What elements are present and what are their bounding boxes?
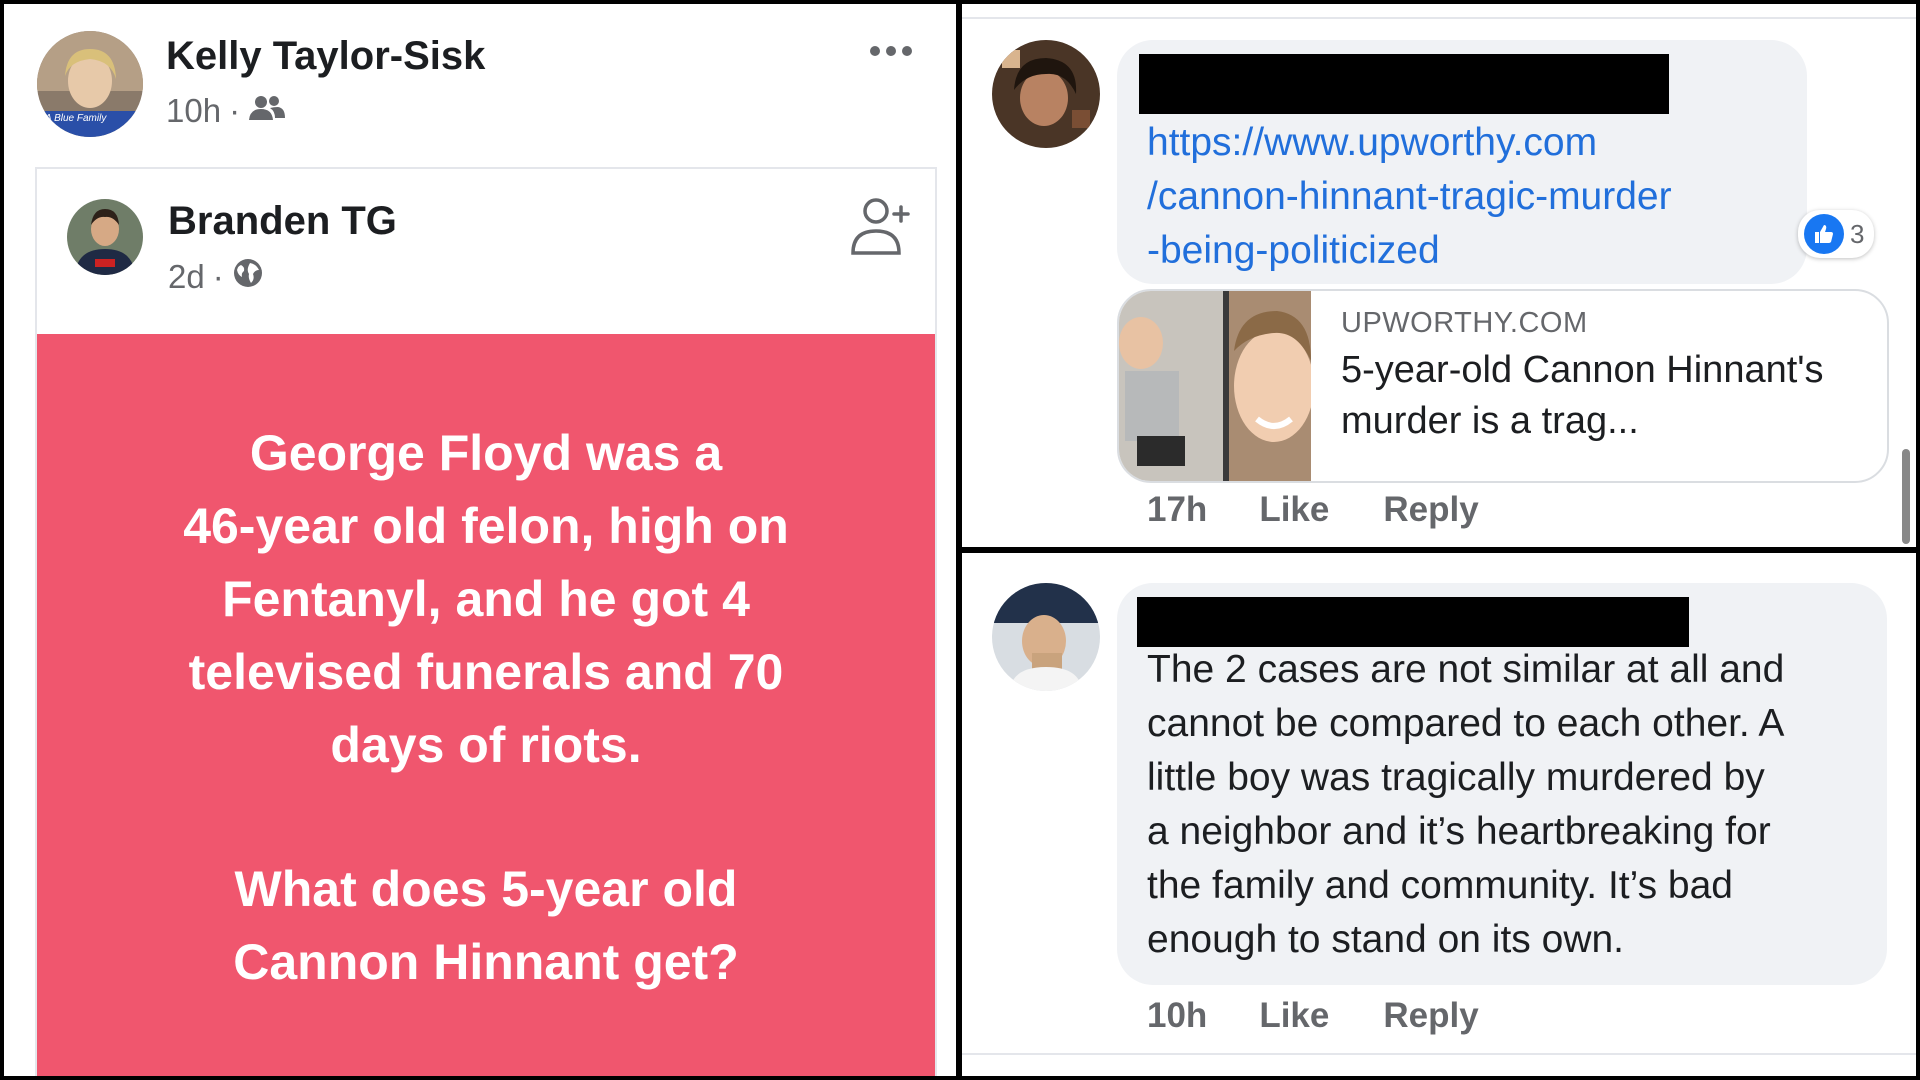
reply-button[interactable]: Reply	[1383, 490, 1478, 530]
post-meta: 10h ·	[166, 92, 286, 130]
shared-time[interactable]: 2d	[168, 258, 205, 296]
shared-author[interactable]: Branden TG	[168, 199, 397, 244]
friends-icon	[248, 92, 286, 130]
commenter-avatar[interactable]	[992, 583, 1100, 691]
redacted-name	[1137, 597, 1689, 647]
comment-text: The 2 cases are not similar at all and c…	[1147, 648, 1785, 961]
comment-bubble: https://www.upworthy.com /cannon-hinnant…	[1117, 40, 1807, 284]
comment-actions: 17h Like Reply	[1147, 490, 1533, 530]
comment-link[interactable]: https://www.upworthy.com /cannon-hinnant…	[1147, 116, 1672, 278]
shared-post: Branden TG 2d · George Floyd was a 46-ye…	[35, 167, 937, 1076]
avatar[interactable]: A Blue Family	[37, 31, 143, 137]
preview-domain: UPWORTHY.COM	[1341, 307, 1588, 339]
post-author[interactable]: Kelly Taylor-Sisk	[166, 34, 485, 79]
preview-thumbnail[interactable]	[1119, 291, 1314, 481]
globe-icon	[232, 257, 264, 297]
post-background: George Floyd was a 46-year old felon, hi…	[37, 334, 935, 1076]
more-options-icon[interactable]	[870, 46, 912, 56]
post-body: George Floyd was a 46-year old felon, hi…	[183, 425, 789, 773]
bottom-divider	[962, 1053, 1916, 1055]
comment-panel-1: https://www.upworthy.com /cannon-hinnant…	[962, 4, 1916, 547]
comment-time[interactable]: 10h	[1147, 996, 1207, 1036]
avatar-caption: A Blue Family	[45, 113, 107, 124]
redacted-name	[1139, 54, 1669, 114]
shared-meta: 2d ·	[168, 257, 264, 297]
scrollbar[interactable]	[1902, 449, 1910, 544]
post-panel: A Blue Family Kelly Taylor-Sisk 10h · Br…	[4, 4, 956, 1076]
top-divider	[962, 17, 1916, 19]
reply-button[interactable]: Reply	[1383, 996, 1478, 1036]
like-icon	[1804, 214, 1844, 254]
like-button[interactable]: Like	[1259, 490, 1329, 530]
reaction-badge[interactable]: 3	[1798, 210, 1875, 258]
reaction-count: 3	[1850, 218, 1865, 249]
comment-time[interactable]: 17h	[1147, 490, 1207, 530]
like-button[interactable]: Like	[1259, 996, 1329, 1036]
shared-avatar[interactable]	[67, 199, 143, 275]
post-question: What does 5-year old Cannon Hinnant get?	[233, 861, 739, 990]
post-time[interactable]: 10h	[166, 92, 221, 130]
preview-title[interactable]: 5-year-old Cannon Hinnant's murder is a …	[1341, 345, 1861, 447]
comment-panel-2: The 2 cases are not similar at all and c…	[962, 553, 1916, 1076]
link-preview[interactable]: UPWORTHY.COM 5-year-old Cannon Hinnant's…	[1117, 289, 1889, 483]
commenter-avatar[interactable]	[992, 40, 1100, 148]
comment-actions: 10h Like Reply	[1147, 996, 1533, 1036]
add-friend-icon[interactable]	[849, 193, 915, 264]
comment-bubble: The 2 cases are not similar at all and c…	[1117, 583, 1887, 985]
